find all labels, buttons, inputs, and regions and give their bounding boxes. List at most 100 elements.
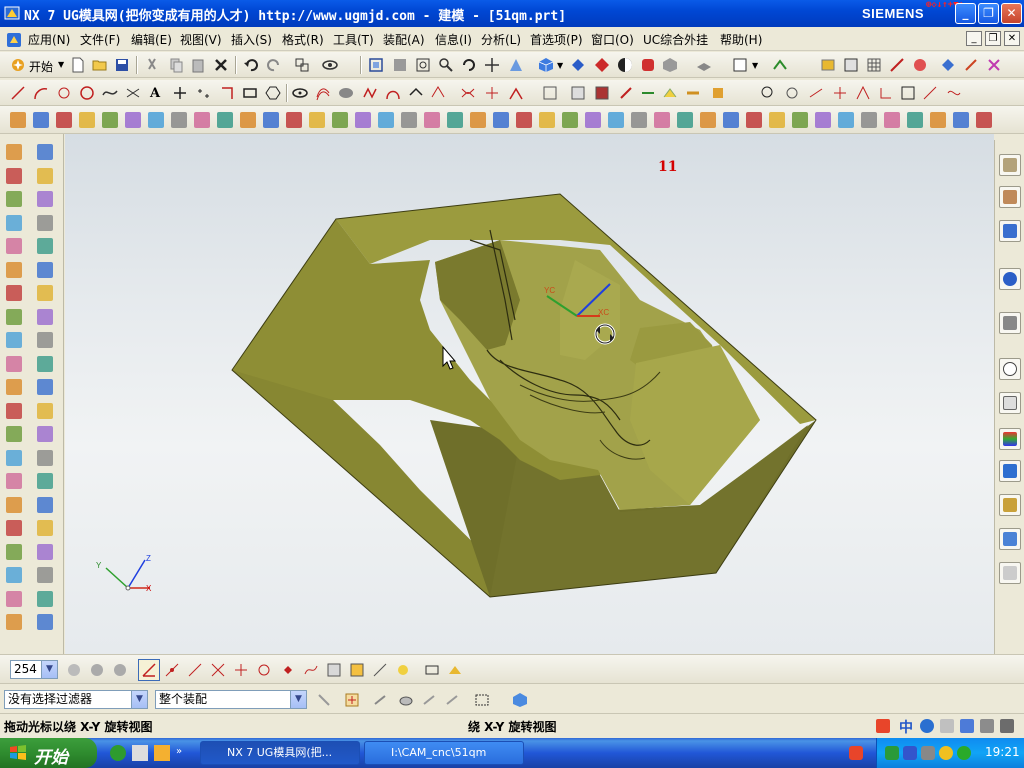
feature-tool-icon[interactable] — [746, 112, 762, 128]
feature-tool-icon[interactable] — [56, 112, 72, 128]
type-filter-combo[interactable]: 没有选择过滤器 ▼ — [4, 690, 148, 709]
face-analysis-icon[interactable] — [640, 57, 656, 73]
repeat-command-icon[interactable] — [294, 57, 310, 73]
doc-close-button[interactable]: ✕ — [1004, 31, 1020, 46]
assembly-navigator-button[interactable] — [999, 154, 1021, 176]
clock-button[interactable] — [999, 358, 1021, 380]
palette-tool-icon[interactable] — [37, 144, 53, 160]
measure-icon[interactable] — [889, 57, 905, 73]
line-icon[interactable] — [10, 85, 26, 101]
feature-tool-icon[interactable] — [700, 112, 716, 128]
roles-button[interactable] — [999, 494, 1021, 516]
feature-tool-icon[interactable] — [815, 112, 831, 128]
grid-settings-icon[interactable] — [424, 662, 440, 678]
punctuation-icon[interactable] — [940, 719, 954, 733]
divide-curve-icon[interactable] — [594, 85, 610, 101]
sogou-ime-icon[interactable] — [876, 719, 890, 733]
feature-tool-icon[interactable] — [355, 112, 371, 128]
menu-information[interactable]: 信息(I) — [435, 31, 472, 48]
snap-point-icon[interactable] — [772, 57, 788, 73]
palette-tool-icon[interactable] — [6, 214, 22, 231]
ime-mode-label[interactable]: 中 — [899, 717, 913, 737]
section-curve-icon[interactable] — [484, 85, 500, 101]
feature-tool-icon[interactable] — [102, 112, 118, 128]
pan-icon[interactable] — [484, 57, 500, 73]
bridge-curve-icon[interactable] — [385, 85, 401, 101]
palette-tool-icon[interactable] — [37, 614, 53, 630]
polyline-icon[interactable] — [220, 85, 236, 101]
snap-bounded-icon[interactable] — [372, 662, 388, 678]
palette-tool-icon[interactable] — [37, 308, 53, 325]
tray-update-icon[interactable] — [957, 746, 971, 760]
feature-tool-icon[interactable] — [10, 112, 26, 128]
zoom-area-icon[interactable] — [415, 57, 431, 73]
feature-tool-icon[interactable] — [792, 112, 808, 128]
copy-icon[interactable] — [168, 57, 184, 73]
feature-tool-icon[interactable] — [332, 112, 348, 128]
curvature-comb-icon[interactable] — [784, 85, 800, 101]
moon-icon[interactable] — [920, 719, 934, 733]
shaded-view-icon[interactable] — [538, 57, 554, 73]
delete-icon[interactable] — [213, 57, 229, 73]
open-folder-icon[interactable] — [92, 57, 108, 73]
minimize-button[interactable]: _ — [955, 3, 976, 24]
snap-on-curve-icon[interactable] — [303, 662, 319, 678]
palette-tool-icon[interactable] — [37, 214, 53, 231]
tray-security-icon[interactable] — [939, 746, 953, 760]
info-object-icon[interactable] — [912, 57, 928, 73]
palette-tool-icon[interactable] — [37, 332, 53, 348]
menu-assembly[interactable]: 装配(A) — [383, 31, 425, 48]
fit-view-icon[interactable] — [368, 57, 384, 73]
feature-tool-icon[interactable] — [263, 112, 279, 128]
view-orient-icon[interactable] — [570, 57, 586, 73]
point-set-multi-icon[interactable] — [196, 85, 212, 101]
new-file-icon[interactable] — [70, 57, 86, 73]
quicklaunch-media-icon[interactable] — [154, 745, 170, 761]
palette-tool-icon[interactable] — [37, 520, 53, 536]
point-set-icon[interactable] — [56, 85, 72, 101]
curve-selection-icon[interactable] — [444, 692, 460, 708]
snap-quadrant-icon[interactable] — [256, 662, 272, 678]
quicklaunch-ie-icon[interactable] — [110, 745, 126, 761]
tray-sogou-icon[interactable] — [849, 746, 863, 760]
snap-intersection-icon[interactable] — [210, 662, 226, 678]
menu-uc-plugin[interactable]: UC综合外挂 — [643, 31, 708, 48]
feature-tool-icon[interactable] — [631, 112, 647, 128]
task-nx-window[interactable]: NX 7 UG模具网(把... — [200, 741, 360, 765]
palette-tool-icon[interactable] — [6, 355, 22, 372]
menu-preferences[interactable]: 首选项(P) — [530, 31, 583, 48]
feature-tool-icon[interactable] — [401, 112, 417, 128]
intersect-curve-icon[interactable] — [460, 85, 476, 101]
palette-tool-icon[interactable] — [6, 496, 22, 513]
feature-tool-icon[interactable] — [884, 112, 900, 128]
snap-pole-icon[interactable] — [395, 662, 411, 678]
palette-tool-icon[interactable] — [6, 402, 22, 419]
feature-tool-icon[interactable] — [585, 112, 601, 128]
command-finder-icon[interactable] — [322, 57, 338, 73]
feature-tool-icon[interactable] — [861, 112, 877, 128]
graphics-window[interactable]: YC XC X Y Z 11 — [65, 134, 994, 654]
feature-tool-icon[interactable] — [240, 112, 256, 128]
palette-tool-icon[interactable] — [6, 614, 22, 630]
cube-select-icon[interactable] — [512, 692, 528, 708]
general-selection-icon[interactable] — [344, 692, 360, 708]
part-navigator-button[interactable] — [999, 220, 1021, 242]
feature-tool-icon[interactable] — [930, 112, 946, 128]
offset-curve-icon[interactable] — [315, 85, 331, 101]
snap-active-toggle[interactable] — [138, 659, 160, 681]
menu-view[interactable]: 视图(V) — [180, 31, 222, 48]
feature-tool-icon[interactable] — [953, 112, 969, 128]
curve-misc-icon[interactable] — [710, 85, 726, 101]
transform-icon[interactable] — [963, 57, 979, 73]
feature-selection-icon[interactable] — [372, 692, 388, 708]
palette-tool-icon[interactable] — [37, 355, 53, 372]
orient-icon[interactable] — [89, 662, 105, 678]
feature-tool-icon[interactable] — [654, 112, 670, 128]
snap-on-face-icon[interactable] — [326, 662, 342, 678]
save-icon[interactable] — [114, 57, 130, 73]
chevron-down-icon[interactable]: ▼ — [41, 661, 57, 678]
palette-tool-icon[interactable] — [37, 426, 53, 442]
smooth-spline-icon[interactable] — [685, 85, 701, 101]
quicklaunch-more-icon[interactable]: » — [176, 746, 182, 757]
doc-restore-button[interactable]: ❐ — [985, 31, 1001, 46]
